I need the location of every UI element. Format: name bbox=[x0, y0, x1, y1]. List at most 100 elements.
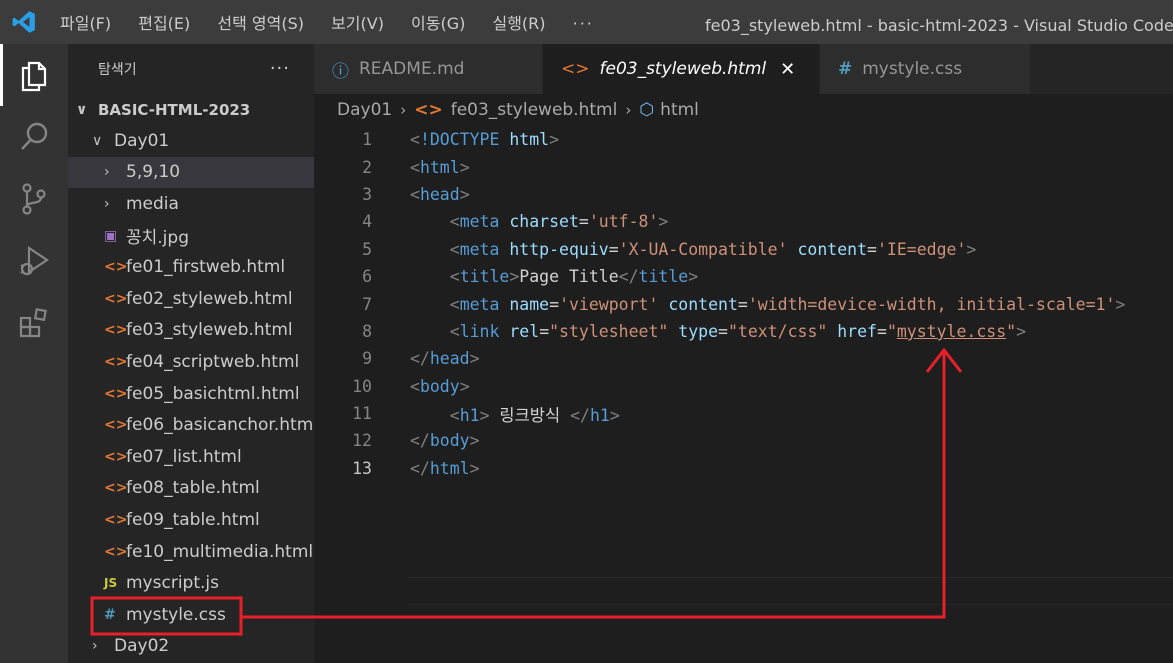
code-line: <link rel="stylesheet" type="text/css" h… bbox=[449, 321, 1027, 341]
line-number: 9 bbox=[362, 349, 372, 369]
menu-bar: 파일(F) 편집(E) 선택 영역(S) 보기(V) 이동(G) 실행(R) ·… bbox=[48, 10, 616, 34]
line-number: 6 bbox=[362, 267, 372, 287]
menu-view[interactable]: 보기(V) bbox=[331, 14, 384, 33]
html-icon: <> bbox=[561, 59, 590, 79]
href-link[interactable]: mystyle.css bbox=[897, 322, 1006, 341]
workspace-root[interactable]: ∨ BASIC-HTML-2023 bbox=[68, 94, 314, 125]
code-line: <meta name='viewport' content='width=dev… bbox=[449, 294, 1126, 314]
tab-fe03-styleweb[interactable]: <> fe03_styleweb.html ✕ bbox=[543, 44, 820, 94]
current-line-highlight bbox=[408, 577, 1173, 605]
code-line: </html> bbox=[410, 458, 480, 478]
tree-folder-5-9-10[interactable]: › 5,9,10 bbox=[68, 156, 314, 189]
symbol-element-icon: ⬡ bbox=[639, 100, 655, 120]
html-file-icon: <> bbox=[104, 385, 128, 402]
menu-go[interactable]: 이동(G) bbox=[411, 14, 465, 33]
chevron-right-icon: › bbox=[104, 195, 110, 212]
close-icon[interactable]: ✕ bbox=[780, 59, 795, 80]
menu-edit[interactable]: 편집(E) bbox=[138, 14, 190, 33]
html-file-icon: <> bbox=[104, 511, 128, 528]
tree-file[interactable]: <> fe08_table.html bbox=[68, 473, 314, 505]
breadcrumb-file[interactable]: fe03_styleweb.html bbox=[451, 100, 618, 120]
line-number: 1 bbox=[362, 130, 372, 150]
tree-file[interactable]: <> fe04_scriptweb.html bbox=[68, 346, 314, 378]
tab-mystyle-css[interactable]: # mystyle.css bbox=[820, 44, 1031, 94]
menu-file[interactable]: 파일(F) bbox=[60, 14, 111, 33]
line-number: 7 bbox=[362, 294, 372, 314]
line-number: 3 bbox=[362, 184, 372, 204]
run-debug-icon[interactable] bbox=[0, 230, 68, 292]
explorer-header: 탐색기 ··· bbox=[68, 44, 314, 94]
tree-file[interactable]: <> fe05_basichtml.html bbox=[68, 378, 314, 410]
code-line: <h1> 링크방식 </h1> bbox=[449, 405, 620, 425]
html-file-icon: <> bbox=[104, 543, 128, 560]
tree-folder-day02[interactable]: › Day02 bbox=[68, 631, 314, 663]
tree-file[interactable]: <> fe03_styleweb.html bbox=[68, 315, 314, 347]
chevron-right-icon: › bbox=[625, 101, 632, 119]
code-line: <body> bbox=[410, 376, 470, 396]
tree-file-jpg[interactable]: ▣ 꽁치.jpg bbox=[68, 220, 314, 252]
explorer-sidebar: 탐색기 ··· ∨ BASIC-HTML-2023 ∨ Day01 › 5,9,… bbox=[68, 44, 314, 663]
code-line: <html> bbox=[410, 157, 470, 177]
search-icon[interactable] bbox=[0, 106, 68, 168]
code-line: <meta charset='utf-8'> bbox=[449, 212, 669, 232]
explorer-icon[interactable] bbox=[0, 44, 68, 106]
editor-tabs: ⓘ README.md <> fe03_styleweb.html ✕ # my… bbox=[314, 44, 1173, 94]
code-line: <!DOCTYPE html> bbox=[410, 130, 560, 150]
tree-file[interactable]: <> fe07_list.html bbox=[68, 441, 314, 473]
html-file-icon: <> bbox=[104, 259, 128, 276]
line-number: 5 bbox=[362, 239, 372, 259]
code-line: </head> bbox=[410, 349, 480, 369]
info-icon: ⓘ bbox=[332, 61, 349, 82]
activity-bar bbox=[0, 44, 68, 663]
source-control-icon[interactable] bbox=[0, 168, 68, 230]
line-number: 11 bbox=[352, 404, 372, 424]
window-title: fe03_styleweb.html - basic-html-2023 - V… bbox=[705, 16, 1173, 35]
explorer-more-button[interactable]: ··· bbox=[270, 58, 290, 79]
title-bar: 파일(F) 편집(E) 선택 영역(S) 보기(V) 이동(G) 실행(R) ·… bbox=[0, 0, 1173, 44]
breadcrumb-symbol[interactable]: html bbox=[660, 100, 699, 120]
tree-file-js[interactable]: JS myscript.js bbox=[68, 567, 314, 599]
code-editor[interactable]: 1 <!DOCTYPE html> 2 <html> 3 <head> 4 <meta… bbox=[314, 126, 1173, 663]
chevron-down-icon: ∨ bbox=[76, 101, 88, 118]
tree-folder-day01[interactable]: ∨ Day01 bbox=[68, 125, 314, 157]
js-file-icon: JS bbox=[104, 576, 118, 591]
tree-file[interactable]: <> fe01_firstweb.html bbox=[68, 251, 314, 283]
image-file-icon: ▣ bbox=[104, 227, 118, 244]
code-line: <meta http-equiv='X-UA-Compatible' conte… bbox=[449, 239, 977, 259]
breadcrumb-folder[interactable]: Day01 bbox=[337, 100, 392, 120]
code-line: <title>Page Title</title> bbox=[449, 267, 699, 287]
line-number: 2 bbox=[362, 157, 372, 177]
menu-run[interactable]: 실행(R) bbox=[492, 14, 545, 33]
tree-file[interactable]: <> fe06_basicanchor.html bbox=[68, 409, 314, 441]
line-number: 4 bbox=[362, 212, 372, 232]
code-line: </body> bbox=[410, 431, 480, 451]
tree-file[interactable]: <> fe10_multimedia.html bbox=[68, 536, 314, 568]
extensions-icon[interactable] bbox=[0, 292, 68, 354]
chevron-down-icon: ∨ bbox=[92, 132, 103, 149]
menu-selection[interactable]: 선택 영역(S) bbox=[217, 14, 304, 33]
line-number: 10 bbox=[352, 376, 372, 396]
line-number: 12 bbox=[352, 431, 372, 451]
tree-file[interactable]: <> fe09_table.html bbox=[68, 504, 314, 536]
tab-readme[interactable]: ⓘ README.md bbox=[314, 44, 543, 94]
tree-file[interactable]: <> fe02_styleweb.html bbox=[68, 283, 314, 315]
html-file-icon: <> bbox=[104, 417, 128, 434]
html-file-icon: <> bbox=[104, 353, 128, 370]
html-icon: <> bbox=[414, 100, 443, 120]
chevron-right-icon: › bbox=[104, 164, 110, 181]
vscode-logo-icon[interactable] bbox=[0, 0, 48, 44]
css-file-icon: # bbox=[104, 606, 116, 623]
line-number: 8 bbox=[362, 321, 372, 341]
code-line: <head> bbox=[410, 184, 470, 204]
tree-folder-media[interactable]: › media bbox=[68, 188, 314, 220]
explorer-title: 탐색기 bbox=[98, 62, 137, 78]
breadcrumb: Day01 › <> fe03_styleweb.html › ⬡ html bbox=[314, 94, 1173, 126]
line-number: 13 bbox=[352, 458, 372, 478]
tree-file-css[interactable]: # mystyle.css bbox=[68, 599, 314, 631]
menu-more[interactable]: ··· bbox=[573, 14, 594, 33]
chevron-right-icon: › bbox=[400, 101, 407, 119]
css-hash-icon: # bbox=[838, 59, 853, 79]
html-file-icon: <> bbox=[104, 290, 128, 307]
html-file-icon: <> bbox=[104, 480, 128, 497]
html-file-icon: <> bbox=[104, 322, 128, 339]
